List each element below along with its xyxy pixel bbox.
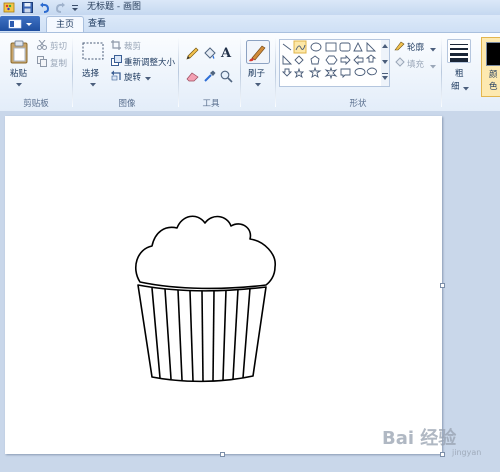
shapes-gallery[interactable]	[279, 39, 390, 87]
rotate-icon	[111, 70, 122, 84]
image-group-label: 图像	[118, 99, 136, 109]
color1-swatch	[486, 42, 500, 66]
color1-label-bottom: 色	[489, 82, 498, 92]
ribbon-tab-bar: 主页 查看	[0, 15, 500, 33]
cut-button[interactable]: 剪切	[50, 40, 67, 52]
paint-menu-icon	[8, 19, 32, 29]
text-tool-icon[interactable]: A	[220, 45, 233, 62]
select-icon[interactable]	[82, 42, 104, 63]
shapes-group-label: 形状	[349, 99, 367, 109]
watermark-text: Bai 经验	[382, 428, 457, 449]
cut-icon	[37, 39, 47, 53]
fill-bucket-icon[interactable]	[203, 47, 216, 63]
fill-button[interactable]: 填充	[407, 58, 424, 70]
paste-button[interactable]: 粘贴	[10, 67, 27, 79]
crop-icon	[111, 40, 121, 53]
dropdown-arrow-icon[interactable]	[90, 80, 96, 90]
paint-app-icon[interactable]	[3, 2, 15, 13]
customize-quick-access-icon[interactable]	[71, 2, 79, 13]
drawing-canvas[interactable]	[5, 116, 442, 454]
cupcake-drawing	[135, 215, 276, 383]
color1-label-top: 颜	[489, 70, 498, 80]
resize-handle-corner[interactable]	[440, 452, 445, 457]
window-title: 无标题 - 画图	[87, 2, 141, 12]
dropdown-arrow-icon[interactable]	[430, 62, 436, 72]
paste-icon[interactable]	[9, 40, 29, 67]
ribbon: 粘贴 剪切 复制 剪贴板 选择 裁剪 重新调整大小 旋转 图像 A 工具 刷子 …	[0, 32, 500, 112]
paint-menu-button[interactable]	[0, 16, 40, 31]
resize-icon	[111, 55, 122, 69]
group-divider	[441, 37, 442, 107]
dropdown-arrow-icon[interactable]	[145, 74, 151, 84]
crop-button[interactable]: 裁剪	[124, 40, 141, 52]
undo-icon[interactable]	[39, 2, 50, 13]
dropdown-arrow-icon[interactable]	[463, 84, 469, 94]
copy-icon	[37, 56, 47, 70]
watermark-subtext: jingyan	[452, 448, 482, 457]
select-button[interactable]: 选择	[82, 67, 99, 79]
size-icon[interactable]	[447, 39, 471, 66]
resize-button[interactable]: 重新调整大小	[124, 56, 175, 68]
rotate-button[interactable]: 旋转	[124, 71, 141, 83]
dropdown-arrow-icon[interactable]	[255, 80, 261, 90]
magnifier-icon[interactable]	[220, 70, 233, 86]
tools-group-label: 工具	[202, 99, 220, 109]
brushes-button[interactable]: 刷子	[248, 67, 265, 79]
resize-handle-bottom[interactable]	[220, 452, 225, 457]
title-bar: 无标题 - 画图	[0, 0, 500, 16]
color1-selector[interactable]: 颜 色	[481, 37, 500, 97]
group-divider	[240, 37, 241, 107]
brushes-icon[interactable]	[246, 40, 270, 67]
save-icon[interactable]	[22, 2, 33, 13]
eraser-icon[interactable]	[186, 71, 199, 85]
color-picker-icon[interactable]	[203, 70, 216, 86]
group-divider	[275, 37, 276, 107]
size-label-top[interactable]: 粗	[455, 67, 464, 79]
tab-home[interactable]: 主页	[46, 16, 84, 33]
outline-button[interactable]: 轮廓	[407, 41, 424, 53]
group-divider	[72, 37, 73, 107]
redo-icon[interactable]	[55, 2, 66, 13]
pencil-icon[interactable]	[186, 47, 199, 63]
clipboard-group-label: 剪贴板	[23, 99, 49, 109]
group-divider	[178, 37, 179, 107]
fill-icon	[394, 57, 405, 71]
dropdown-arrow-icon[interactable]	[430, 45, 436, 55]
svg-text:A: A	[220, 46, 232, 59]
tab-view[interactable]: 查看	[82, 16, 112, 32]
copy-button[interactable]: 复制	[50, 57, 67, 69]
size-label-bottom[interactable]: 细	[451, 80, 460, 92]
resize-handle-right[interactable]	[440, 283, 445, 288]
outline-icon	[394, 40, 405, 54]
shapes-gallery-icons	[281, 40, 389, 86]
dropdown-arrow-icon[interactable]	[16, 80, 22, 90]
